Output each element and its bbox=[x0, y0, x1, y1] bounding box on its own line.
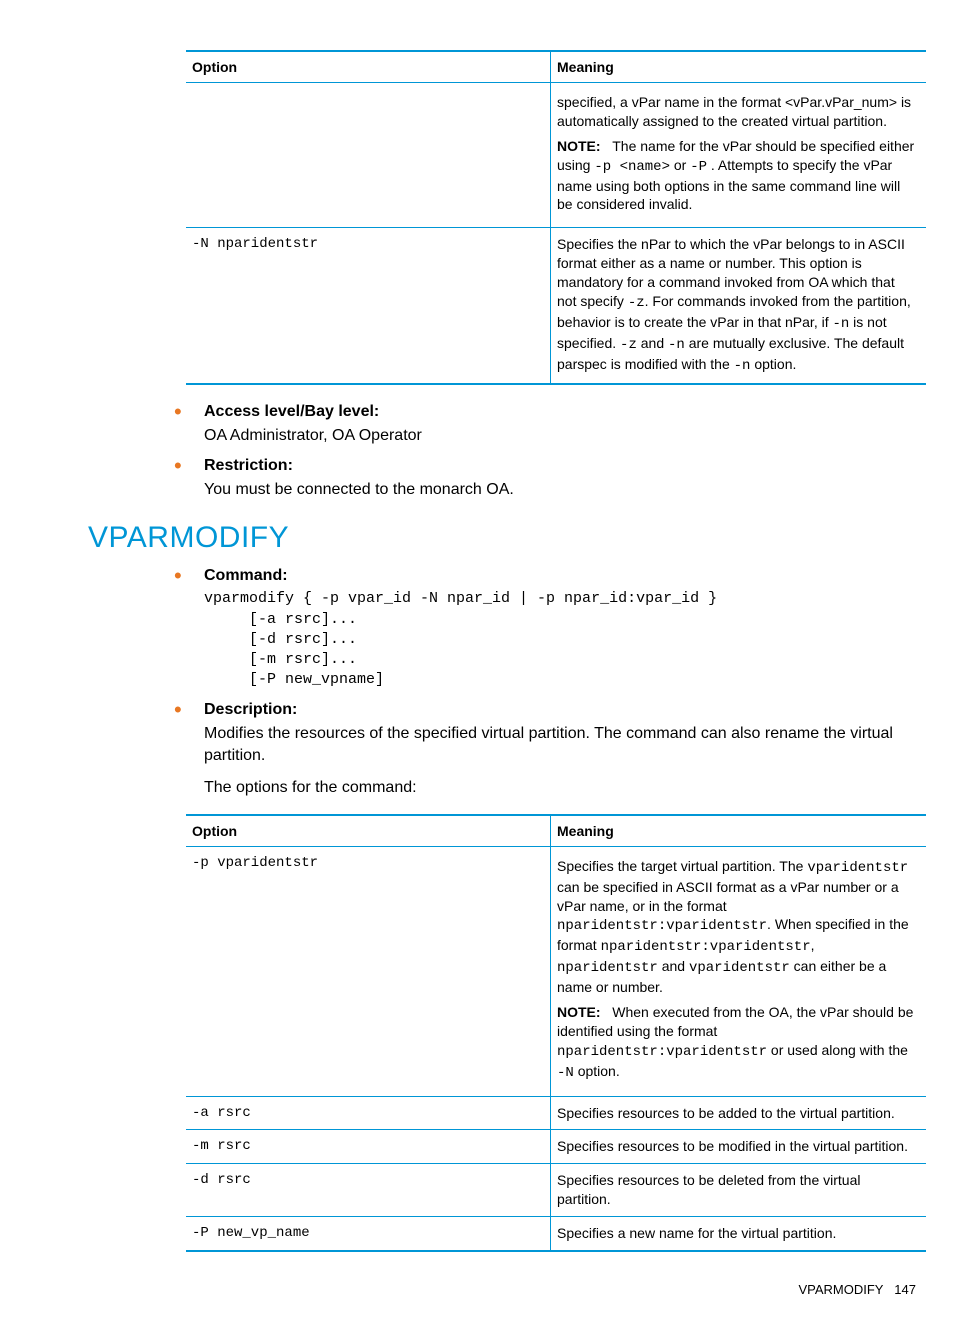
table2-header-option: Option bbox=[186, 815, 551, 847]
options-table-2: Option Meaning -p vparidentstr Specifies… bbox=[186, 814, 926, 1252]
page-footer: VPARMODIFY 147 bbox=[88, 1282, 916, 1297]
table2-row3-option: -d rsrc bbox=[186, 1164, 551, 1217]
table1-row1-option: -N nparidentstr bbox=[186, 228, 551, 384]
table1-row1-meaning: Specifies the nPar to which the vPar bel… bbox=[551, 228, 927, 384]
page: Option Meaning specified, a vPar name in… bbox=[0, 0, 954, 1327]
table2-row3-meaning: Specifies resources to be deleted from t… bbox=[551, 1164, 927, 1217]
table1-row0-option bbox=[186, 83, 551, 228]
table2-row2-meaning: Specifies resources to be modified in th… bbox=[551, 1130, 927, 1164]
bullet-restriction: Restriction: You must be connected to th… bbox=[162, 457, 916, 501]
table2-row0-meaning: Specifies the target virtual partition. … bbox=[551, 846, 927, 1096]
bullet-description: Description: Modifies the resources of t… bbox=[162, 701, 916, 800]
footer-page-number: 147 bbox=[894, 1282, 916, 1297]
table2-row0-option: -p vparidentstr bbox=[186, 846, 551, 1096]
note-label: NOTE: bbox=[557, 138, 601, 154]
table2-row1-meaning: Specifies resources to be added to the v… bbox=[551, 1096, 927, 1130]
bullet-list-1: Access level/Bay level: OA Administrator… bbox=[162, 403, 916, 502]
options-table-1: Option Meaning specified, a vPar name in… bbox=[186, 50, 926, 385]
note-label: NOTE: bbox=[557, 1004, 601, 1020]
table1-header-option: Option bbox=[186, 51, 551, 83]
table2-row4-option: -P new_vp_name bbox=[186, 1217, 551, 1251]
bullet-command: Command: vparmodify { -p vpar_id -N npar… bbox=[162, 567, 916, 690]
table2-row2-option: -m rsrc bbox=[186, 1130, 551, 1164]
table2-header-meaning: Meaning bbox=[551, 815, 927, 847]
command-code: vparmodify { -p vpar_id -N npar_id | -p … bbox=[204, 589, 916, 690]
table1-header-meaning: Meaning bbox=[551, 51, 927, 83]
footer-label: VPARMODIFY bbox=[798, 1282, 883, 1297]
table1-row0-meaning: specified, a vPar name in the format <vP… bbox=[551, 83, 927, 228]
table2-row4-meaning: Specifies a new name for the virtual par… bbox=[551, 1217, 927, 1251]
bullet-list-2: Command: vparmodify { -p vpar_id -N npar… bbox=[162, 567, 916, 799]
table2-row1-option: -a rsrc bbox=[186, 1096, 551, 1130]
section-heading-vparmodify: VPARMODIFY bbox=[88, 521, 916, 555]
bullet-access-level: Access level/Bay level: OA Administrator… bbox=[162, 403, 916, 447]
